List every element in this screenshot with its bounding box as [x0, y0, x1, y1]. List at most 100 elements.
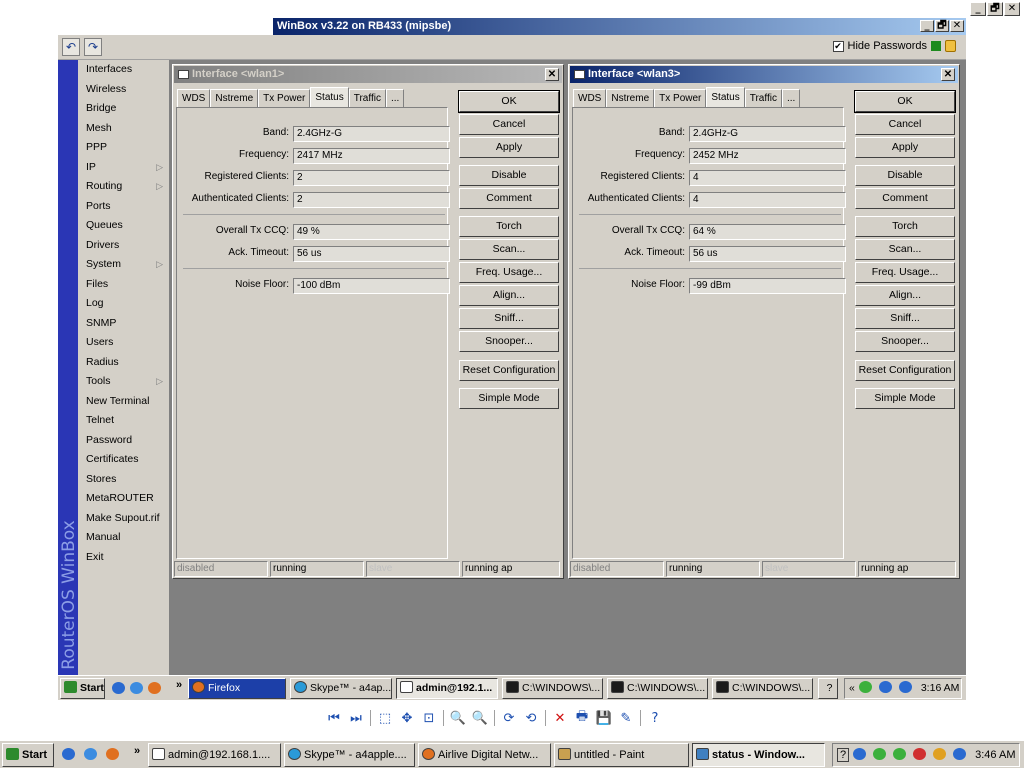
menu-item-telnet[interactable]: Telnet [78, 411, 169, 431]
slideshow-icon[interactable]: ⊡ [421, 710, 437, 726]
freq-usage-button[interactable]: Freq. Usage... [459, 262, 559, 283]
tray-icon[interactable] [873, 748, 887, 760]
prev-icon[interactable]: ⏮ [326, 710, 342, 726]
tab-traffic[interactable]: Traffic [348, 89, 386, 107]
taskbar-item-admin-192-168-1[interactable]: admin@192.168.1.... [148, 743, 281, 767]
tab-tx-power[interactable]: Tx Power [654, 89, 707, 107]
menu-item-ppp[interactable]: PPP [78, 138, 169, 158]
quicklaunch-chevron[interactable]: » [176, 679, 182, 691]
menu-item-metarouter[interactable]: MetaROUTER [78, 489, 169, 509]
tray-chevron[interactable]: « [849, 682, 855, 694]
tray-icon[interactable] [913, 748, 927, 760]
menu-item-make-supout-rif[interactable]: Make Supout.rif [78, 509, 169, 529]
cancel-button[interactable]: Cancel [459, 114, 559, 135]
taskbar-item-c-windows[interactable]: C:\WINDOWS\... [502, 678, 603, 699]
tray-icon[interactable] [893, 748, 907, 760]
start-button[interactable]: Start [60, 678, 105, 699]
snooper-button[interactable]: Snooper... [459, 331, 559, 352]
menu-item-interfaces[interactable]: Interfaces [78, 60, 169, 80]
tab-wds[interactable]: WDS [573, 89, 607, 107]
menu-item-drivers[interactable]: Drivers [78, 236, 169, 256]
zoom-out-icon[interactable]: 🔍 [472, 710, 488, 726]
menu-item-mesh[interactable]: Mesh [78, 119, 169, 139]
save-icon[interactable]: 💾 [596, 710, 612, 726]
taskbar-item-c-windows[interactable]: C:\WINDOWS\... [712, 678, 813, 699]
disable-button[interactable]: Disable [855, 165, 955, 186]
taskbar-item-admin-192-1[interactable]: admin@192.1... [396, 678, 498, 699]
winbox-close-button[interactable]: ✕ [950, 20, 964, 32]
taskbar-item-status-window[interactable]: status - Window... [692, 743, 825, 767]
tab-nstreme[interactable]: Nstreme [210, 89, 259, 107]
delete-icon[interactable]: ✕ [552, 710, 568, 726]
hide-passwords-checkbox[interactable]: ✔ [832, 40, 844, 52]
cancel-button[interactable]: Cancel [855, 114, 955, 135]
help-icon[interactable]: ? [837, 748, 850, 762]
minimize-button[interactable]: _ [970, 2, 986, 16]
tab-status[interactable]: Status [310, 87, 349, 107]
undo-icon[interactable]: ↶ [62, 38, 80, 56]
tab-more[interactable]: ... [385, 89, 405, 107]
quicklaunch-browser-icon[interactable] [62, 748, 75, 760]
align-button[interactable]: Align... [855, 285, 955, 306]
tab-wds[interactable]: WDS [177, 89, 211, 107]
comment-button[interactable]: Comment [459, 188, 559, 209]
quicklaunch-browser-icon[interactable] [112, 682, 125, 694]
menu-item-tools[interactable]: Tools ▷ [78, 372, 169, 392]
reset-configuration-button[interactable]: Reset Configuration [459, 360, 559, 381]
menu-item-ports[interactable]: Ports [78, 197, 169, 217]
menu-item-new-terminal[interactable]: New Terminal [78, 392, 169, 412]
menu-item-queues[interactable]: Queues [78, 216, 169, 236]
sniff-button[interactable]: Sniff... [855, 308, 955, 329]
menu-item-stores[interactable]: Stores [78, 470, 169, 490]
menu-item-system[interactable]: System ▷ [78, 255, 169, 275]
menu-item-manual[interactable]: Manual [78, 528, 169, 548]
start-button[interactable]: Start [2, 743, 54, 767]
actual-size-icon[interactable]: ✥ [399, 710, 415, 726]
torch-button[interactable]: Torch [459, 216, 559, 237]
snooper-button[interactable]: Snooper... [855, 331, 955, 352]
quicklaunch-firefox-icon[interactable] [148, 682, 161, 694]
next-icon[interactable]: ⏭ [348, 710, 364, 726]
menu-item-certificates[interactable]: Certificates [78, 450, 169, 470]
apply-button[interactable]: Apply [855, 137, 955, 158]
taskbar-item-untitled-paint[interactable]: untitled - Paint [554, 743, 689, 767]
taskbar-item-firefox[interactable]: Firefox [188, 678, 286, 699]
tray-icon[interactable] [933, 748, 947, 760]
reset-configuration-button[interactable]: Reset Configuration [855, 360, 955, 381]
simple-mode-button[interactable]: Simple Mode [459, 388, 559, 409]
menu-item-snmp[interactable]: SNMP [78, 314, 169, 334]
edit-icon[interactable]: ✎ [618, 710, 634, 726]
comment-button[interactable]: Comment [855, 188, 955, 209]
rotate-cw-icon[interactable]: ⟳ [501, 710, 517, 726]
winbox-minimize-button[interactable]: _ [920, 20, 934, 32]
tray-icon[interactable] [858, 681, 872, 693]
align-button[interactable]: Align... [459, 285, 559, 306]
tab-traffic[interactable]: Traffic [744, 89, 782, 107]
tray-icon[interactable] [953, 748, 967, 760]
taskbar-item-skype-a4apple[interactable]: Skype™ - a4apple.... [284, 743, 415, 767]
help-icon[interactable]: ? [647, 710, 663, 726]
sniff-button[interactable]: Sniff... [459, 308, 559, 329]
tray-icon[interactable] [898, 681, 912, 693]
torch-button[interactable]: Torch [855, 216, 955, 237]
tray-icon[interactable] [878, 681, 892, 693]
close-icon[interactable]: ✕ [941, 68, 955, 81]
taskbar-item-skype-a4ap[interactable]: Skype™ - a4ap... [290, 678, 392, 699]
scan-button[interactable]: Scan... [459, 239, 559, 260]
close-button[interactable]: ✕ [1004, 2, 1020, 16]
scan-button[interactable]: Scan... [855, 239, 955, 260]
rotate-ccw-icon[interactable]: ⟲ [523, 710, 539, 726]
zoom-in-icon[interactable]: 🔍 [450, 710, 466, 726]
menu-item-bridge[interactable]: Bridge [78, 99, 169, 119]
quicklaunch-firefox-icon[interactable] [106, 748, 119, 760]
fit-icon[interactable]: ⬚ [377, 710, 393, 726]
menu-item-ip[interactable]: IP ▷ [78, 158, 169, 178]
menu-item-log[interactable]: Log [78, 294, 169, 314]
menu-item-exit[interactable]: Exit [78, 548, 169, 568]
menu-item-password[interactable]: Password [78, 431, 169, 451]
tab-status[interactable]: Status [706, 87, 745, 107]
quicklaunch-ie-icon[interactable] [130, 682, 143, 694]
quicklaunch-chevron[interactable]: » [134, 745, 140, 757]
print-icon[interactable]: 🖶 [574, 709, 590, 726]
tab-nstreme[interactable]: Nstreme [606, 89, 655, 107]
